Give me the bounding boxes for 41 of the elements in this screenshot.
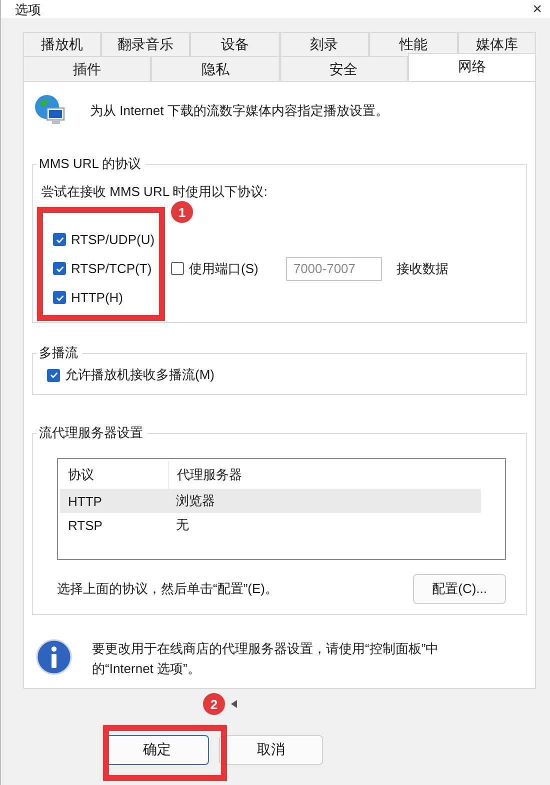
tab[interactable]: 性能 (368, 32, 458, 56)
instruction-text: 尝试在接收 MMS URL 时使用以下协议: (41, 183, 268, 201)
check-icon (54, 234, 64, 244)
tab[interactable]: 插件 (23, 56, 152, 81)
hint-text: 选择上面的协议，然后单击“配置”(E)。 (57, 580, 278, 598)
list-cell-text: 浏览器 (175, 492, 215, 510)
info-text: 要更改用于在线商店的代理服务器设置，请使用“控制面板”中的“Internet 选项”。 (92, 640, 440, 678)
list-cell-text: 无 (175, 516, 189, 534)
step-marker: 1 (171, 201, 193, 223)
intro-text: 为从 Internet 下载的流数字媒体内容指定播放设置。 (90, 102, 388, 120)
check-icon (54, 264, 64, 274)
checkbox[interactable]: 允许播放机接收多播流(M) (47, 366, 214, 384)
checkbox[interactable]: 使用端口(S) (171, 260, 258, 278)
checkbox[interactable]: RTSP/UDP(U) (53, 232, 171, 247)
list-cell-text: HTTP (67, 494, 103, 508)
list-row[interactable]: RTSP 无 (60, 513, 481, 537)
tab[interactable]: 网络 (408, 53, 536, 81)
close-button[interactable]: × (532, 2, 542, 18)
group-title: 多播流 (37, 344, 82, 362)
column-header[interactable]: 协议 (60, 466, 168, 484)
window-title: 选项 (15, 2, 41, 18)
triangle-icon (231, 700, 237, 708)
tab[interactable]: 播放机 (23, 32, 101, 56)
checkbox[interactable]: HTTP(H) (53, 290, 171, 305)
step-marker: 2 (203, 693, 225, 715)
tab[interactable]: 隐私 (151, 56, 280, 81)
tab[interactable]: 刻录 (280, 32, 369, 56)
check-icon (54, 292, 64, 302)
tab[interactable]: 翻录音乐 (100, 32, 190, 56)
info-icon (36, 639, 72, 675)
list-cell-text: RTSP (67, 518, 104, 532)
tab[interactable]: 设备 (190, 32, 280, 56)
checkbox[interactable]: RTSP/TCP(T) (53, 261, 171, 276)
configure-button[interactable]: 配置(C)... (413, 574, 506, 604)
tab[interactable]: 安全 (280, 56, 408, 81)
check-icon (48, 370, 58, 380)
port-suffix-text: 接收数据 (396, 260, 448, 278)
list-row[interactable]: HTTP 浏览器 (60, 489, 481, 513)
cancel-button[interactable]: 取消 (219, 735, 323, 765)
group-title: MMS URL 的协议 (37, 155, 146, 173)
group-title: 流代理服务器设置 (37, 424, 147, 442)
